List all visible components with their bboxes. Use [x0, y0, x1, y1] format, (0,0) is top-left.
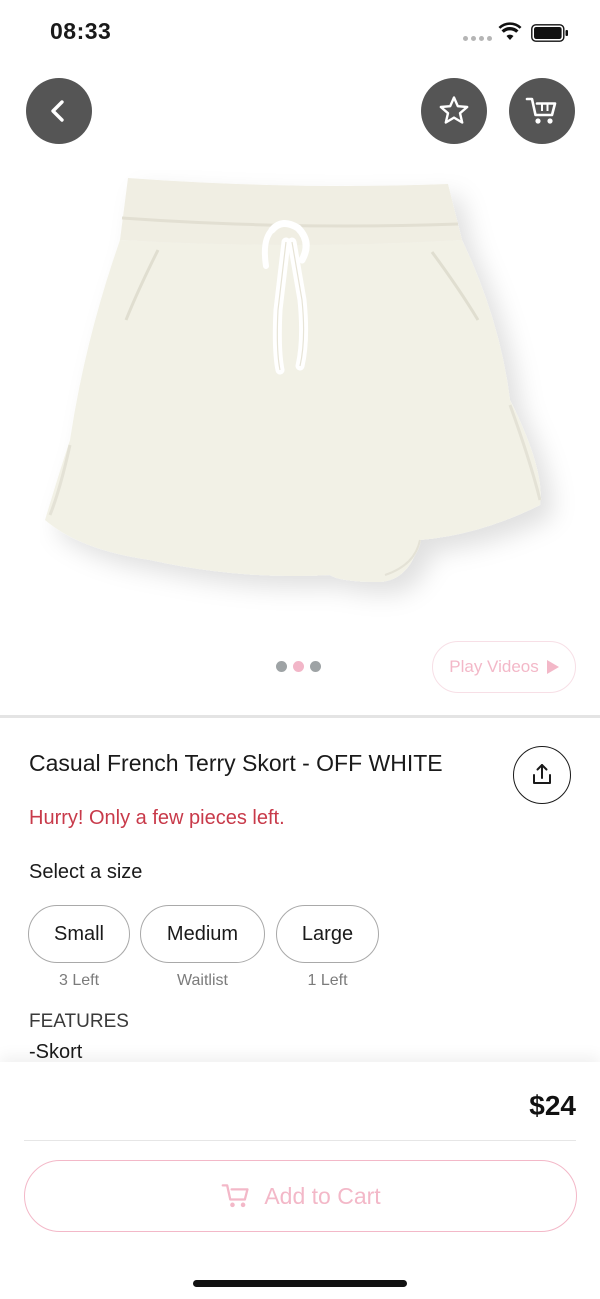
product-image[interactable] — [40, 170, 580, 620]
status-bar: 08:33 — [0, 0, 600, 66]
status-time: 08:33 — [50, 18, 112, 44]
cart-icon — [221, 1184, 249, 1208]
home-indicator[interactable] — [193, 1280, 407, 1287]
gallery-dot[interactable] — [276, 661, 287, 672]
features-heading: FEATURES — [29, 1011, 129, 1032]
gallery-dot-active[interactable] — [293, 661, 304, 672]
play-videos-button[interactable]: Play Videos — [432, 641, 576, 693]
checkout-bar: $24 Add to Cart — [0, 1062, 600, 1299]
chevron-left-icon — [51, 100, 64, 122]
add-to-cart-label: Add to Cart — [264, 1182, 381, 1209]
size-stock-note: Waitlist — [177, 972, 228, 989]
add-to-cart-button[interactable]: Add to Cart — [24, 1160, 577, 1232]
feature-item: -Skort — [29, 1041, 83, 1063]
checkout-divider — [24, 1140, 576, 1141]
select-size-label: Select a size — [29, 861, 143, 883]
back-button[interactable] — [26, 78, 92, 144]
stock-warning: Hurry! Only a few pieces left. — [29, 807, 285, 829]
section-divider — [0, 715, 600, 718]
size-option-small[interactable]: Small — [28, 905, 130, 963]
cart-button[interactable] — [509, 78, 575, 144]
size-stock-note: 3 Left — [58, 972, 100, 989]
product-title: Casual French Terry Skort - OFF WHITE — [29, 750, 443, 776]
battery-icon — [531, 24, 568, 42]
size-option-large[interactable]: Large — [276, 905, 379, 963]
size-option-medium[interactable]: Medium — [140, 905, 265, 963]
price: $24 — [529, 1090, 576, 1121]
gallery-pagination[interactable] — [276, 661, 321, 672]
play-videos-label: Play Videos — [449, 657, 539, 676]
play-icon — [546, 660, 559, 674]
gallery-dot[interactable] — [310, 661, 321, 672]
cart-icon — [525, 97, 557, 124]
star-icon — [439, 96, 469, 124]
share-button[interactable] — [513, 746, 571, 804]
size-stock-note: 1 Left — [307, 972, 348, 989]
wifi-icon — [498, 22, 522, 40]
signal-icon — [463, 36, 492, 41]
favorite-button[interactable] — [421, 78, 487, 144]
share-icon — [533, 764, 551, 784]
